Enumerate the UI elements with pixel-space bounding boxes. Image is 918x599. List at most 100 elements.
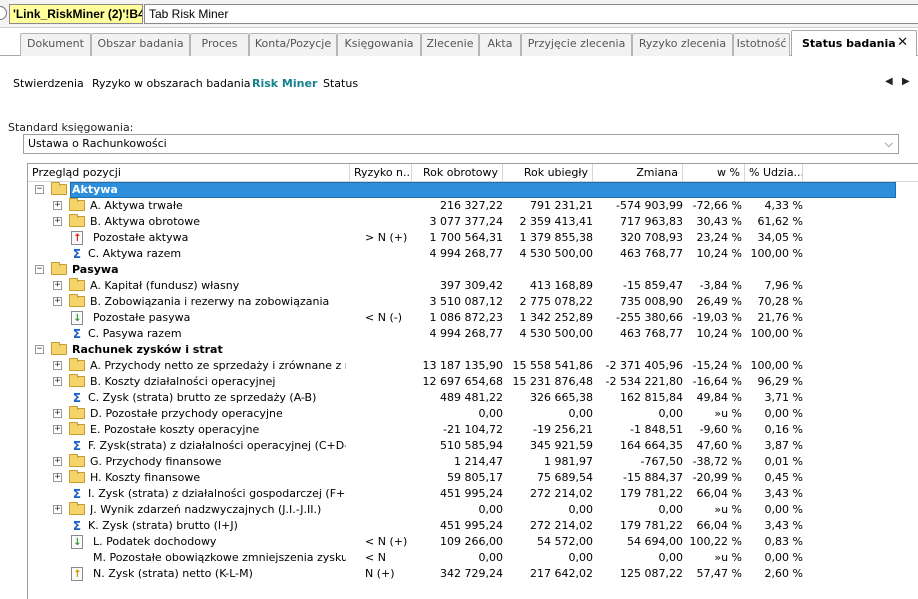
collapse-icon[interactable]: − (35, 345, 44, 354)
formula-bar: 'Link_RiskMiner (2)'!B4 Tab Risk Miner (0, 0, 918, 28)
table-row[interactable]: M. Pozostałe obowiązkowe zmniejszenia zy… (28, 550, 898, 566)
tree-group-row[interactable]: − Rachunek zysków i strat (28, 342, 898, 358)
table-row[interactable]: + G. Przychody finansowe 1 214,47 1 981,97-… (28, 454, 898, 470)
row-name: J. Wynik zdarzeń nadzwyczajnych (J.I.-J.… (90, 503, 322, 516)
tab-przyjęcie-zlecenia[interactable]: Przyjęcie zlecenia (521, 33, 632, 56)
column-header[interactable]: Przegląd pozycji (28, 164, 350, 182)
tab-dokument[interactable]: Dokument (20, 33, 91, 56)
expand-icon[interactable]: + (53, 297, 62, 306)
risk-cell (365, 502, 415, 518)
tab-status-badania[interactable]: Status badania ✕ (791, 30, 917, 57)
risk-cell (365, 470, 415, 486)
row-name: C. Zysk (strata) brutto ze sprzedaży (A-… (88, 391, 317, 404)
tab-zlecenie[interactable]: Zlecenie (421, 33, 479, 56)
column-header[interactable]: Rok obrotowy (412, 164, 503, 182)
column-header[interactable]: % Udzia... (745, 164, 803, 182)
tab-ryzyko-zlecenia[interactable]: Ryzyko zlecenia (632, 33, 733, 56)
risk-cell (365, 358, 415, 374)
current-year-cell: -21 104,72 (443, 423, 503, 436)
tab-obszar-badania[interactable]: Obszar badania (91, 33, 190, 56)
table-row[interactable]: ↑ N. Zysk (strata) netto (K-L-M) N (+) 342 … (28, 566, 898, 582)
expand-icon[interactable]: + (53, 425, 62, 434)
arrow-down-icon: ↓ (73, 537, 82, 548)
table-row[interactable]: Σ C. Aktywa razem 4 994 268,77 4 530 500,00… (28, 246, 898, 262)
table-row[interactable]: ↓ Pozostałe pasywa < N (-) 1 086 872,23 1 34… (28, 310, 898, 326)
tab-label: Istotność (736, 37, 787, 50)
expand-icon[interactable]: + (53, 409, 62, 418)
row-name: Pozostałe pasywa (93, 311, 191, 324)
tab-konta-pozycje[interactable]: Konta/Pozycje (249, 33, 337, 56)
current-year-cell: 13 187 135,90 (422, 359, 503, 372)
tab-proces[interactable]: Proces (190, 33, 249, 56)
table-row[interactable]: + J. Wynik zdarzeń nadzwyczajnych (J.I.-J… (28, 502, 898, 518)
formula-value-field[interactable]: Tab Risk Miner (144, 4, 918, 24)
chevron-down-icon[interactable]: ⌵ (885, 135, 893, 153)
table-row[interactable]: + A. Aktywa trwałe 216 327,22 791 231,21 -57… (28, 198, 898, 214)
share-cell: 3,43 % (764, 487, 803, 500)
subtab-status[interactable]: Status (323, 77, 358, 90)
table-row[interactable]: Σ C. Pasywa razem 4 994 268,77 4 530 500,00… (28, 326, 898, 342)
expand-icon[interactable]: + (53, 361, 62, 370)
table-row[interactable]: Σ I. Zysk (strata) z działalności gospoda… (28, 486, 898, 502)
tree-group-row[interactable]: − Pasywa (28, 262, 898, 278)
tab-label: Status badania (802, 37, 896, 50)
previous-year-cell: 413 168,89 (530, 279, 593, 292)
column-header[interactable]: Rok ubiegły (503, 164, 593, 182)
tab-label: Akta (487, 37, 513, 50)
table-row[interactable]: Σ C. Zysk (strata) brutto ze sprzedaży (A… (28, 390, 898, 406)
expand-icon[interactable]: + (53, 377, 62, 386)
tab-księgowania[interactable]: Księgowania (337, 33, 421, 56)
table-row[interactable]: ↑ Pozostałe aktywa > N (+) 1 700 564,31 1 37… (28, 230, 898, 246)
table-row[interactable]: Σ F. Zysk(strata) z działalności operacyj… (28, 438, 898, 454)
nav-next-icon[interactable]: ▶ (902, 76, 910, 87)
main-tab-strip: Dokument Obszar badania Proces Konta/Pozycj… (0, 29, 918, 57)
tab-istotność[interactable]: Istotność (733, 33, 790, 56)
risk-cell (365, 422, 415, 438)
previous-year-cell: 1 379 855,38 (519, 231, 593, 244)
tree-group-row[interactable]: − Aktywa (28, 182, 898, 198)
current-year-cell (413, 342, 503, 358)
table-row[interactable]: + H. Koszty finansowe 59 805,17 75 689,54 -1… (28, 470, 898, 486)
table-row[interactable]: + D. Pozostałe przychody operacyjne 0,00 0,… (28, 406, 898, 422)
expand-icon[interactable]: + (53, 473, 62, 482)
expand-icon[interactable]: + (53, 201, 62, 210)
subtab-ryzyko-w-obszarach-badania[interactable]: Ryzyko w obszarach badania (92, 77, 251, 90)
close-icon[interactable]: ✕ (897, 36, 908, 50)
previous-year-cell: 1 981,97 (544, 455, 593, 468)
collapse-icon[interactable]: − (35, 185, 44, 194)
column-header[interactable]: Zmiana (593, 164, 683, 182)
table-row[interactable]: + E. Pozostałe koszty operacyjne -21 104,7… (28, 422, 898, 438)
table-row[interactable]: Σ K. Zysk (strata) brutto (I+J) 451 995,24… (28, 518, 898, 534)
folder-icon (69, 454, 85, 467)
table-row[interactable]: + A. Kapitał (fundusz) własny 397 309,42 41… (28, 278, 898, 294)
table-row[interactable]: + B. Aktywa obrotowe 3 077 377,24 2 359 413… (28, 214, 898, 230)
expand-icon[interactable]: + (53, 281, 62, 290)
row-name: C. Pasywa razem (88, 327, 182, 340)
share-cell: 0,45 % (764, 471, 803, 484)
subtab-risk-miner[interactable]: Risk Miner (252, 77, 317, 90)
table-row[interactable]: + B. Koszty działalności operacyjnej 12 69… (28, 374, 898, 390)
table-row[interactable]: + B. Zobowiązania i rezerwy na zobowiązan… (28, 294, 898, 310)
row-name: K. Zysk (strata) brutto (I+J) (88, 519, 238, 532)
expand-icon[interactable]: + (53, 217, 62, 226)
nav-prev-icon[interactable]: ◀ (885, 76, 893, 87)
risk-cell (365, 278, 415, 294)
doc-green-icon: ↓ (71, 311, 83, 325)
tab-label: Przyjęcie zlecenia (527, 37, 626, 50)
expand-icon[interactable]: + (53, 505, 62, 514)
table-row[interactable]: ↓ L. Podatek dochodowy < N (+) 109 266,00 54… (28, 534, 898, 550)
table-row[interactable]: + A. Przychody netto ze sprzedaży i zrówn… (28, 358, 898, 374)
standard-select[interactable]: Ustawa o Rachunkowości ⌵ (23, 134, 899, 154)
expand-icon[interactable]: + (53, 457, 62, 466)
collapse-icon[interactable]: − (35, 265, 44, 274)
folder-icon (69, 470, 85, 483)
column-header[interactable]: w % (683, 164, 745, 182)
current-year-cell: 4 994 268,77 (429, 327, 503, 340)
cell-reference-field[interactable]: 'Link_RiskMiner (2)'!B4 (9, 4, 143, 24)
subtab-stwierdzenia[interactable]: Stwierdzenia (13, 77, 84, 90)
risk-cell (365, 342, 415, 358)
folder-icon (69, 422, 85, 435)
tab-akta[interactable]: Akta (479, 33, 521, 56)
column-header[interactable]: Ryzyko n... (350, 164, 412, 182)
tab-label: Ryzyko zlecenia (638, 37, 727, 50)
